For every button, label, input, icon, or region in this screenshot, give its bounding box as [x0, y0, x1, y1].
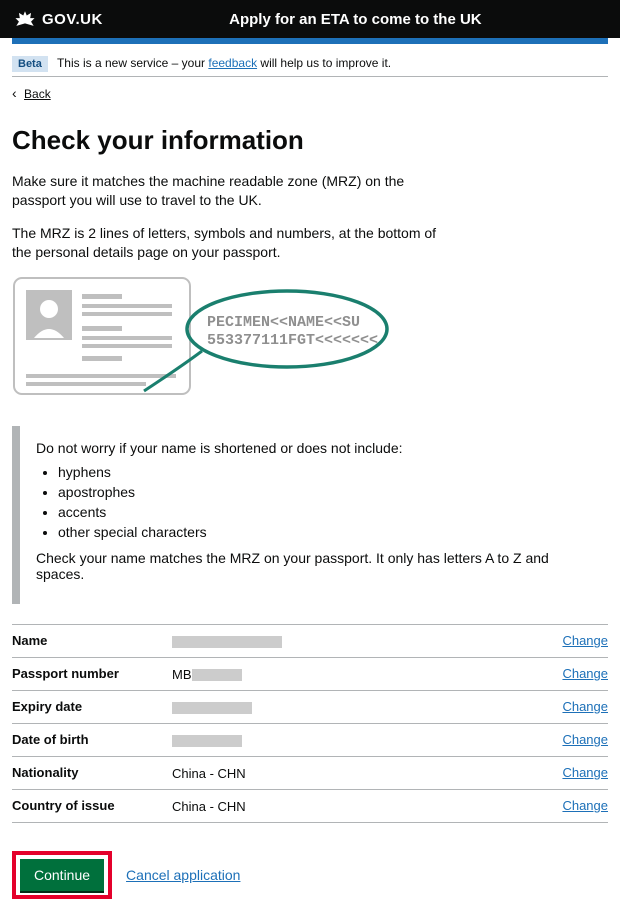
summary-row: Name Change: [12, 624, 608, 657]
inset-lead: Do not worry if your name is shortened o…: [36, 440, 594, 456]
beta-text-suffix: will help us to improve it.: [257, 56, 391, 70]
beta-tag: Beta: [12, 56, 48, 72]
intro-paragraph-2: The MRZ is 2 lines of letters, symbols a…: [12, 224, 442, 262]
page-title: Check your information: [12, 125, 608, 156]
summary-row: NationalityChina - CHNChange: [12, 756, 608, 789]
change-link[interactable]: Change: [562, 633, 608, 648]
summary-key: Date of birth: [12, 732, 172, 747]
phase-banner: Beta This is a new service – your feedba…: [12, 50, 608, 77]
crown-icon: [12, 8, 38, 30]
change-link[interactable]: Change: [562, 699, 608, 714]
main-content: Check your information Make sure it matc…: [0, 125, 620, 911]
beta-text-prefix: This is a new service – your: [57, 56, 208, 70]
svg-text:PECIMEN<<NAME<<SU: PECIMEN<<NAME<<SU: [207, 314, 360, 331]
mrz-diagram: PECIMEN<<NAME<<SU 553377111FGT<<<<<<<: [12, 276, 392, 406]
intro-paragraph-1: Make sure it matches the machine readabl…: [12, 172, 442, 210]
change-link[interactable]: Change: [562, 765, 608, 780]
summary-row: Country of issueChina - CHNChange: [12, 789, 608, 823]
back-link[interactable]: Back: [12, 85, 608, 101]
summary-value: China - CHN: [172, 798, 562, 814]
summary-value: MB: [172, 666, 562, 682]
change-link[interactable]: Change: [562, 798, 608, 813]
redacted-value: [172, 735, 242, 747]
feedback-link[interactable]: feedback: [208, 56, 257, 70]
action-row: Continue Cancel application: [12, 851, 608, 899]
summary-list: NameChangePassport numberMBChangeExpiry …: [12, 624, 608, 823]
redacted-value: [172, 636, 282, 648]
inset-tail: Check your name matches the MRZ on your …: [36, 550, 594, 582]
header-divider: [12, 38, 608, 44]
inset-list: hyphens apostrophes accents other specia…: [36, 464, 594, 540]
redacted-value: [172, 702, 252, 714]
cancel-link[interactable]: Cancel application: [126, 867, 240, 883]
list-item: other special characters: [58, 524, 594, 540]
redacted-value: [192, 669, 242, 681]
continue-highlight: Continue: [12, 851, 112, 899]
change-link[interactable]: Change: [562, 732, 608, 747]
change-link[interactable]: Change: [562, 666, 608, 681]
summary-key: Passport number: [12, 666, 172, 681]
site-header: GOV.UK Apply for an ETA to come to the U…: [0, 0, 620, 38]
summary-row: Expiry date Change: [12, 690, 608, 723]
summary-key: Country of issue: [12, 798, 172, 813]
list-item: accents: [58, 504, 594, 520]
summary-row: Passport numberMBChange: [12, 657, 608, 690]
summary-key: Nationality: [12, 765, 172, 780]
summary-value: [172, 633, 562, 649]
summary-key: Name: [12, 633, 172, 648]
summary-value: [172, 699, 562, 715]
summary-value: [172, 732, 562, 748]
inset-text: Do not worry if your name is shortened o…: [12, 426, 608, 604]
summary-key: Expiry date: [12, 699, 172, 714]
svg-text:553377111FGT<<<<<<<: 553377111FGT<<<<<<<: [207, 332, 378, 349]
list-item: hyphens: [58, 464, 594, 480]
service-title: Apply for an ETA to come to the UK: [103, 11, 608, 28]
govuk-logo[interactable]: GOV.UK: [42, 11, 103, 28]
list-item: apostrophes: [58, 484, 594, 500]
summary-row: Date of birth Change: [12, 723, 608, 756]
continue-button[interactable]: Continue: [20, 859, 104, 891]
summary-value: China - CHN: [172, 765, 562, 781]
